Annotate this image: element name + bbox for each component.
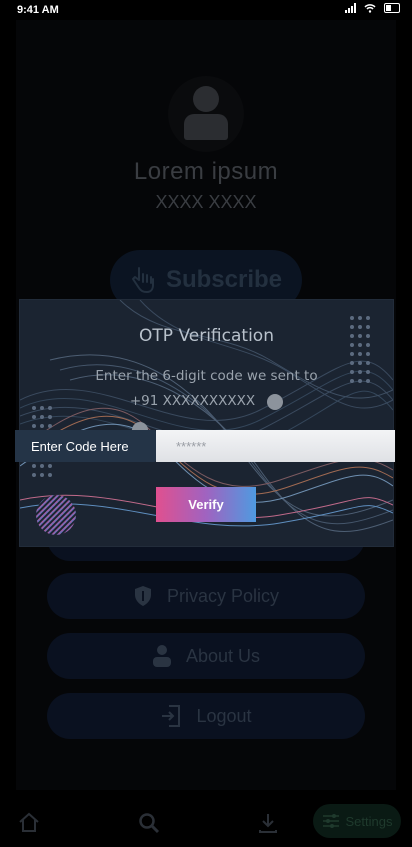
sliders-icon [322, 814, 339, 828]
otp-phone-line: +91 XXXXXXXXXX [129, 389, 284, 414]
code-field-label: Enter Code Here [15, 430, 164, 462]
battery-icon [384, 3, 400, 13]
avatar[interactable] [168, 76, 244, 152]
menu-item-label: Privacy Policy [166, 585, 280, 606]
otp-title: OTP Verification [139, 326, 274, 346]
menu-item-about-us[interactable]: About Us [47, 633, 365, 679]
profile-name: Lorem ipsum [133, 158, 279, 185]
otp-modal: OTP Verification Enter the 6-digit code … [15, 300, 395, 546]
settings-button[interactable]: Settings [313, 804, 401, 838]
hand-pointer-icon [131, 267, 154, 293]
menu-item-label: About Us [185, 645, 261, 666]
search-icon[interactable] [138, 812, 160, 834]
logout-icon [162, 705, 181, 727]
wifi-icon [364, 4, 376, 13]
menu-item-privacy-policy[interactable]: Privacy Policy [47, 573, 365, 619]
code-entry-row: Enter Code Here [15, 430, 395, 462]
otp-code-input[interactable] [156, 430, 395, 462]
download-icon[interactable] [257, 812, 279, 834]
avatar-body [184, 114, 228, 140]
cellular-signal-icon [345, 3, 356, 13]
otp-description: Enter the 6-digit code we sent to +91 XX… [20, 364, 393, 414]
otp-instruction: Enter the 6-digit code we sent to [95, 368, 318, 384]
status-time: 9:41 AM [17, 4, 59, 16]
menu-item-logout[interactable]: Logout [47, 693, 365, 739]
home-icon[interactable] [18, 812, 40, 832]
profile-subtitle: XXXX XXXX [155, 192, 257, 212]
subscribe-label: Subscribe [165, 266, 283, 293]
avatar-head [193, 86, 219, 112]
verify-button[interactable]: Verify [156, 487, 256, 522]
otp-phone-number: +91 XXXXXXXXXX [129, 393, 256, 409]
status-bar: 9:41 AM [0, 0, 412, 20]
shield-icon [134, 586, 151, 606]
status-icons [345, 3, 400, 13]
phone-dot-icon [267, 393, 284, 410]
menu-item-label: Logout [196, 705, 252, 726]
bottom-nav: Settings [0, 792, 412, 847]
settings-label: Settings [345, 813, 393, 829]
person-icon [152, 645, 171, 667]
